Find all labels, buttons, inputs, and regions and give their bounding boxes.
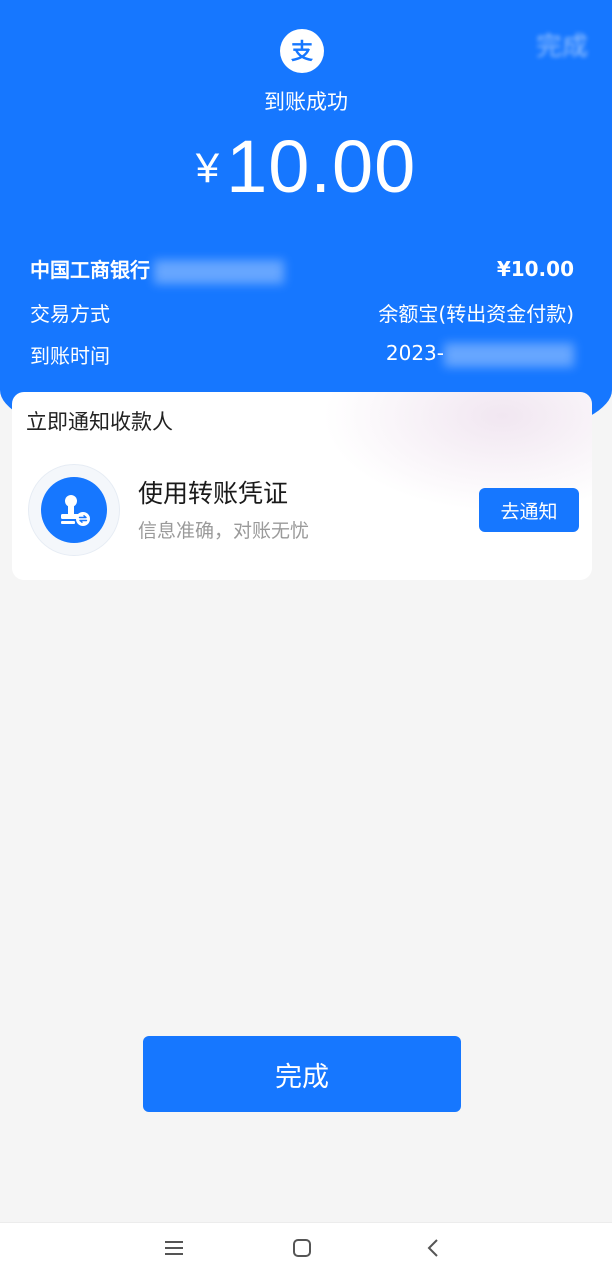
stamp-icon [41,477,107,543]
notify-button[interactable]: 去通知 [479,488,579,532]
masked-account [154,259,284,284]
done-button[interactable]: 完成 [143,1036,461,1112]
svg-text:支: 支 [291,40,314,65]
amount-display: ¥10.00 [0,124,612,209]
back-chevron-icon[interactable] [418,1235,448,1261]
detail-row-bank: 中国工商银行 ¥10.00 [30,254,574,284]
bank-amount: ¥10.00 [496,257,574,281]
voucher-title: 使用转账凭证 [138,479,289,508]
detail-row-time: 到账时间 2023- [30,339,574,369]
bank-label: 中国工商银行 [30,254,284,284]
menu-icon[interactable] [159,1235,189,1261]
currency-symbol: ¥ [195,144,221,191]
masked-time [444,342,574,367]
notify-card-title: 立即通知收款人 [26,410,173,434]
method-value: 余额宝(转出资金付款) [378,301,574,326]
amount-value: 10.00 [226,125,417,208]
alipay-logo-icon: 支 [280,29,324,73]
stamp-badge [28,464,120,556]
square-home-icon[interactable] [287,1235,317,1261]
method-label: 交易方式 [30,301,110,326]
top-done-button[interactable]: 完成 [536,26,588,63]
system-nav-bar [0,1222,612,1272]
detail-row-method: 交易方式 余额宝(转出资金付款) [30,297,574,327]
time-value: 2023- [386,341,574,367]
status-text: 到账成功 [264,90,348,114]
time-label: 到账时间 [30,343,110,368]
notify-card: 立即通知收款人 使用转账凭证 信息准确，对账无忧 去通知 [12,392,592,580]
bank-name: 中国工商银行 [30,258,150,283]
time-value-prefix: 2023- [385,341,444,366]
voucher-subtitle: 信息准确，对账无忧 [138,520,310,542]
